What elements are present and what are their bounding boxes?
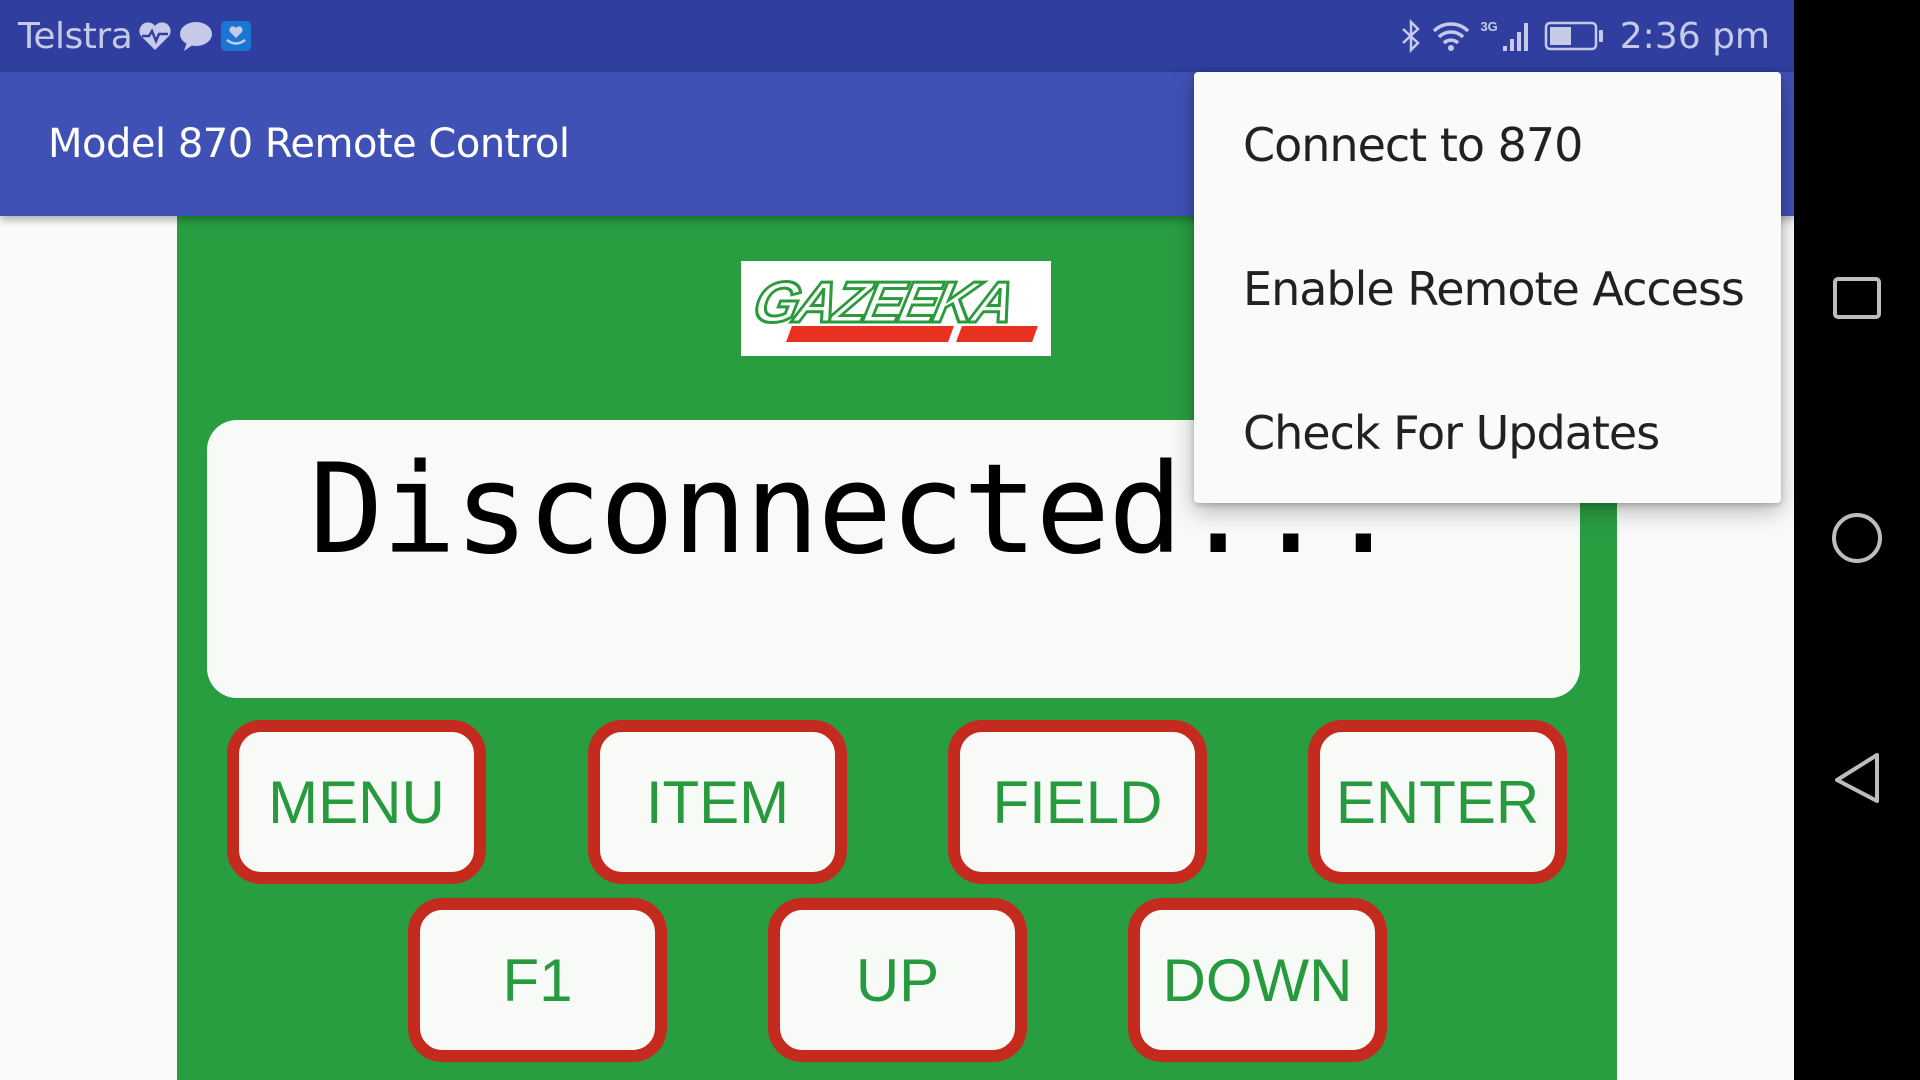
item-key-button[interactable]: ITEM: [588, 720, 847, 884]
key-label: ENTER: [1335, 768, 1540, 836]
navigation-bar: [1794, 0, 1920, 1080]
f1-key-button[interactable]: F1: [408, 898, 667, 1062]
menu-key-button[interactable]: MENU: [227, 720, 486, 884]
status-bar-right: 3G 2:36 pm: [1400, 0, 1770, 72]
back-icon: [1832, 751, 1882, 810]
menu-item-connect[interactable]: Connect to 870: [1194, 72, 1781, 217]
heart-rate-icon: [138, 21, 172, 51]
enter-key-button[interactable]: ENTER: [1308, 720, 1567, 884]
bluetooth-icon: [1400, 19, 1422, 53]
health-app-icon: [220, 20, 252, 52]
overflow-menu: Connect to 870 Enable Remote Access Chec…: [1194, 72, 1781, 503]
key-label: F1: [502, 946, 573, 1014]
key-label: UP: [855, 946, 940, 1014]
key-label: ITEM: [645, 768, 790, 836]
back-button[interactable]: [1794, 717, 1920, 843]
key-label: DOWN: [1162, 946, 1353, 1014]
network-type-label: 3G: [1480, 18, 1498, 34]
chat-bubble-icon: [178, 20, 214, 52]
status-bar: Telstra 3G 2:36 pm: [0, 0, 1794, 72]
logo-text: GAZEEKA: [747, 269, 1019, 337]
recents-icon: [1832, 276, 1882, 325]
up-key-button[interactable]: UP: [768, 898, 1027, 1062]
signal-icon: [1502, 19, 1534, 53]
gazeeka-logo: GAZEEKA: [741, 261, 1051, 356]
home-icon: [1830, 511, 1884, 570]
menu-item-enable-remote-access[interactable]: Enable Remote Access: [1194, 217, 1781, 361]
recents-button[interactable]: [1794, 237, 1920, 363]
field-key-button[interactable]: FIELD: [948, 720, 1207, 884]
wifi-icon: [1432, 20, 1470, 52]
menu-item-check-updates[interactable]: Check For Updates: [1194, 361, 1781, 505]
status-bar-left: Telstra: [18, 0, 252, 72]
down-key-button[interactable]: DOWN: [1128, 898, 1387, 1062]
battery-icon: [1544, 21, 1604, 51]
key-label: FIELD: [992, 768, 1163, 836]
carrier-name: Telstra: [18, 15, 133, 57]
app-title: Model 870 Remote Control: [48, 121, 570, 167]
clock: 2:36 pm: [1619, 15, 1770, 57]
key-label: MENU: [268, 768, 445, 836]
home-button[interactable]: [1794, 477, 1920, 603]
